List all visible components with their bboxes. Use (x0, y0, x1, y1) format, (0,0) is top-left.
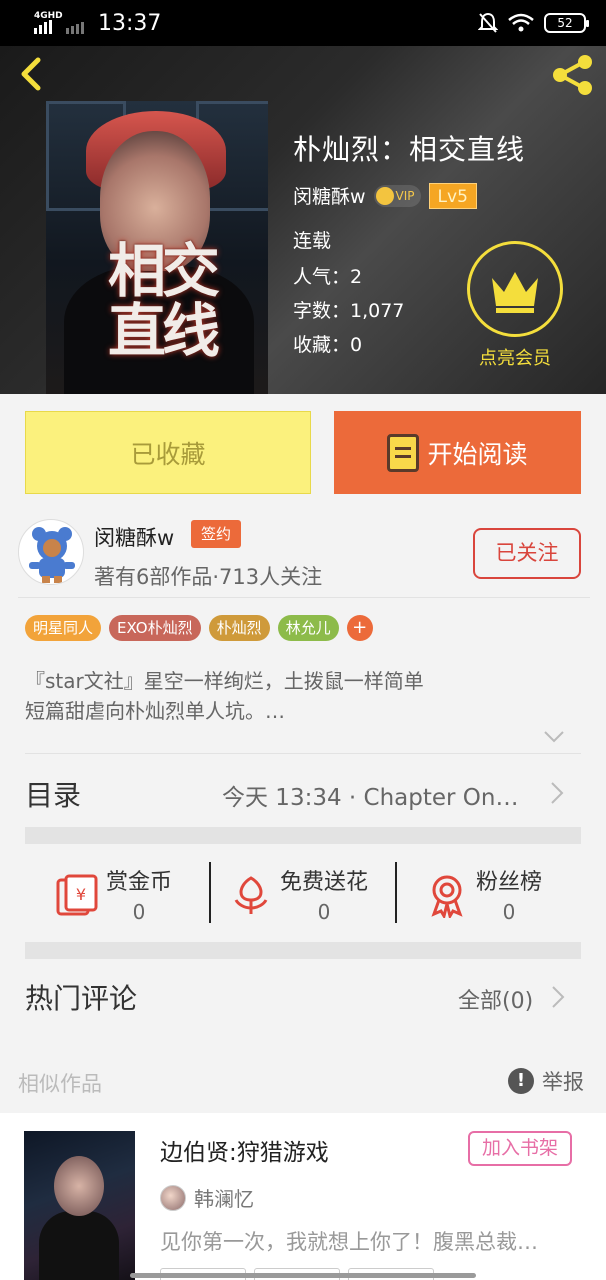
chevron-right-icon[interactable] (551, 985, 565, 1009)
stat-label: 免费送花 (280, 870, 369, 895)
stat-label: 粉丝榜 (476, 870, 543, 895)
author-avatar[interactable] (18, 519, 84, 585)
thumb-figure-face (54, 1156, 104, 1216)
battery-indicator: 52 (544, 13, 589, 33)
bear-avatar-icon (29, 527, 75, 583)
toc-label[interactable]: 目录 (25, 774, 81, 814)
start-reading-label: 开始阅读 (427, 439, 528, 469)
divider (395, 862, 397, 923)
fan-ranking[interactable]: 粉丝榜 0 (424, 864, 542, 924)
report-label: 举报 (542, 1070, 584, 1094)
status-right: 52 (478, 12, 589, 34)
favorited-button[interactable]: 已收藏 (25, 411, 311, 494)
back-arrow-icon[interactable] (14, 56, 50, 92)
book-title: 朴灿烈：相交直线 (293, 133, 526, 166)
tag-list: 明星同人 EXO朴灿烈 朴灿烈 林允儿 + (25, 615, 373, 641)
flower-icon (234, 876, 268, 914)
crown-icon (492, 272, 538, 313)
home-indicator[interactable] (130, 1273, 476, 1278)
follow-button[interactable]: 已关注 (473, 528, 581, 579)
stat-value: 0 (317, 900, 331, 924)
stat-label: 赏金币 (106, 870, 173, 895)
clock: 13:37 (98, 11, 162, 36)
book-description[interactable]: 『star文社』星空一样绚烂，土拨鼠一样简单 短篇甜虐向朴灿烈单人坑。… (25, 666, 525, 726)
free-flowers[interactable]: 免费送花 0 (228, 864, 368, 924)
wifi-icon (508, 13, 534, 32)
reward-coins[interactable]: ¥ 赏金币 0 (54, 864, 172, 924)
stat-value: 0 (502, 900, 516, 924)
cover-title-art: 相交直线 (108, 237, 220, 365)
add-to-shelf-button[interactable]: 加入书架 (468, 1131, 572, 1166)
similar-author-name: 韩澜忆 (194, 1187, 254, 1211)
description-line: 『star文社』星空一样绚烂，土拨鼠一样简单 (25, 669, 424, 693)
divider (25, 753, 581, 754)
favorited-label: 已收藏 (130, 439, 206, 469)
start-reading-button[interactable]: 开始阅读 (334, 411, 581, 494)
similar-book-cover[interactable] (24, 1131, 135, 1280)
tag-item[interactable]: 林允儿 (277, 615, 339, 641)
book-header: 相交直线 朴灿烈：相交直线 闵糖酥w VIP Lv5 连载 人气：2 字数：1,… (0, 46, 606, 394)
svg-text:¥: ¥ (76, 885, 86, 904)
thumb-figure-body (39, 1211, 119, 1280)
divider (18, 597, 590, 598)
vip-label: VIP (395, 188, 415, 203)
description-line: 短篇甜虐向朴灿烈单人坑。… (25, 699, 285, 723)
author-info: 著有6部作品·713人关注 (94, 565, 323, 589)
similar-works-label: 相似作品 (18, 1072, 102, 1096)
mute-bell-icon (478, 12, 498, 33)
crown-coin-icon (375, 186, 394, 205)
share-icon[interactable] (550, 54, 596, 96)
similar-book-title[interactable]: 边伯贤:狩猎游戏 (160, 1133, 329, 1167)
membership-label[interactable]: 点亮会员 (465, 344, 565, 370)
add-tag-button[interactable]: + (346, 615, 373, 641)
tag-item[interactable]: EXO朴灿烈 (109, 615, 201, 641)
status-bar: 4GHD 13:37 52 (0, 0, 606, 46)
membership-button[interactable] (467, 241, 563, 337)
chevron-right-icon[interactable] (550, 781, 564, 805)
book-icon (387, 433, 420, 472)
divider (209, 862, 211, 923)
hot-comments-label: 热门评论 (25, 982, 138, 1015)
word-count: 字数：1,077 (293, 300, 405, 322)
tag-item[interactable]: 明星同人 (25, 615, 102, 641)
signed-badge: 签约 (191, 520, 241, 548)
book-cover[interactable]: 相交直线 (46, 101, 268, 394)
author-avatar-small (160, 1184, 186, 1211)
similar-book-author: 韩澜忆 (160, 1183, 254, 1212)
toc-latest-chapter[interactable]: 今天 13:34 · Chapter On… (222, 778, 532, 812)
author-row: 闵糖酥w VIP Lv5 (293, 182, 477, 209)
section-band (25, 827, 581, 844)
author-name[interactable]: 闵糖酥w (293, 182, 366, 209)
all-comments-link[interactable]: 全部(0) (458, 983, 533, 1015)
chevron-down-icon[interactable] (543, 730, 565, 744)
serial-status: 连载 (293, 230, 332, 252)
report-button[interactable]: ! 举报 (508, 1066, 584, 1096)
popularity: 人气：2 (293, 266, 363, 288)
favorite-count: 收藏：0 (293, 334, 363, 356)
medal-icon (431, 875, 463, 918)
alert-icon: ! (508, 1068, 534, 1094)
stat-value: 0 (132, 900, 146, 924)
similar-book-description: 见你第一次，我就想上你了！腹黑总裁… (160, 1230, 538, 1254)
section-band (25, 942, 581, 959)
level-badge: Lv5 (428, 182, 477, 209)
red-envelope-icon: ¥ (56, 874, 98, 916)
vip-badge: VIP (373, 184, 421, 207)
signal-icon (34, 20, 84, 34)
author-section-name[interactable]: 闵糖酥w (94, 522, 174, 552)
tag-item[interactable]: 朴灿烈 (208, 615, 270, 641)
